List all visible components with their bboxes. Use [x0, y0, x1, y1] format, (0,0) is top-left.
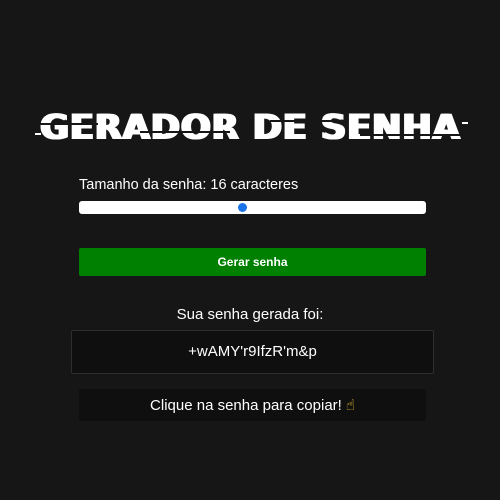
generate-password-button[interactable]: Gerar senha — [79, 248, 426, 276]
length-label-text: Tamanho da senha: — [79, 177, 207, 193]
password-length-slider[interactable] — [79, 201, 426, 214]
pointing-hand-icon: ☝ — [345, 396, 355, 414]
generated-password[interactable]: +wAMY'r9IfzR'm&p — [71, 330, 434, 374]
length-unit: caracteres — [230, 177, 299, 193]
page: GERADOR DE SENHA Tamanho da senha: 16 cara… — [0, 0, 500, 500]
slider-thumb[interactable] — [238, 203, 248, 212]
copy-hint-text: Clique na senha para copiar! — [150, 397, 342, 414]
password-length-label: Tamanho da senha: 16 caracteres — [79, 176, 298, 194]
copy-hint[interactable]: Clique na senha para copiar! ☝ — [79, 389, 426, 421]
result-label: Sua senha gerada foi: — [176, 306, 324, 323]
page-title: GERADOR DE SENHA — [39, 108, 461, 148]
length-value: 16 — [210, 177, 227, 193]
